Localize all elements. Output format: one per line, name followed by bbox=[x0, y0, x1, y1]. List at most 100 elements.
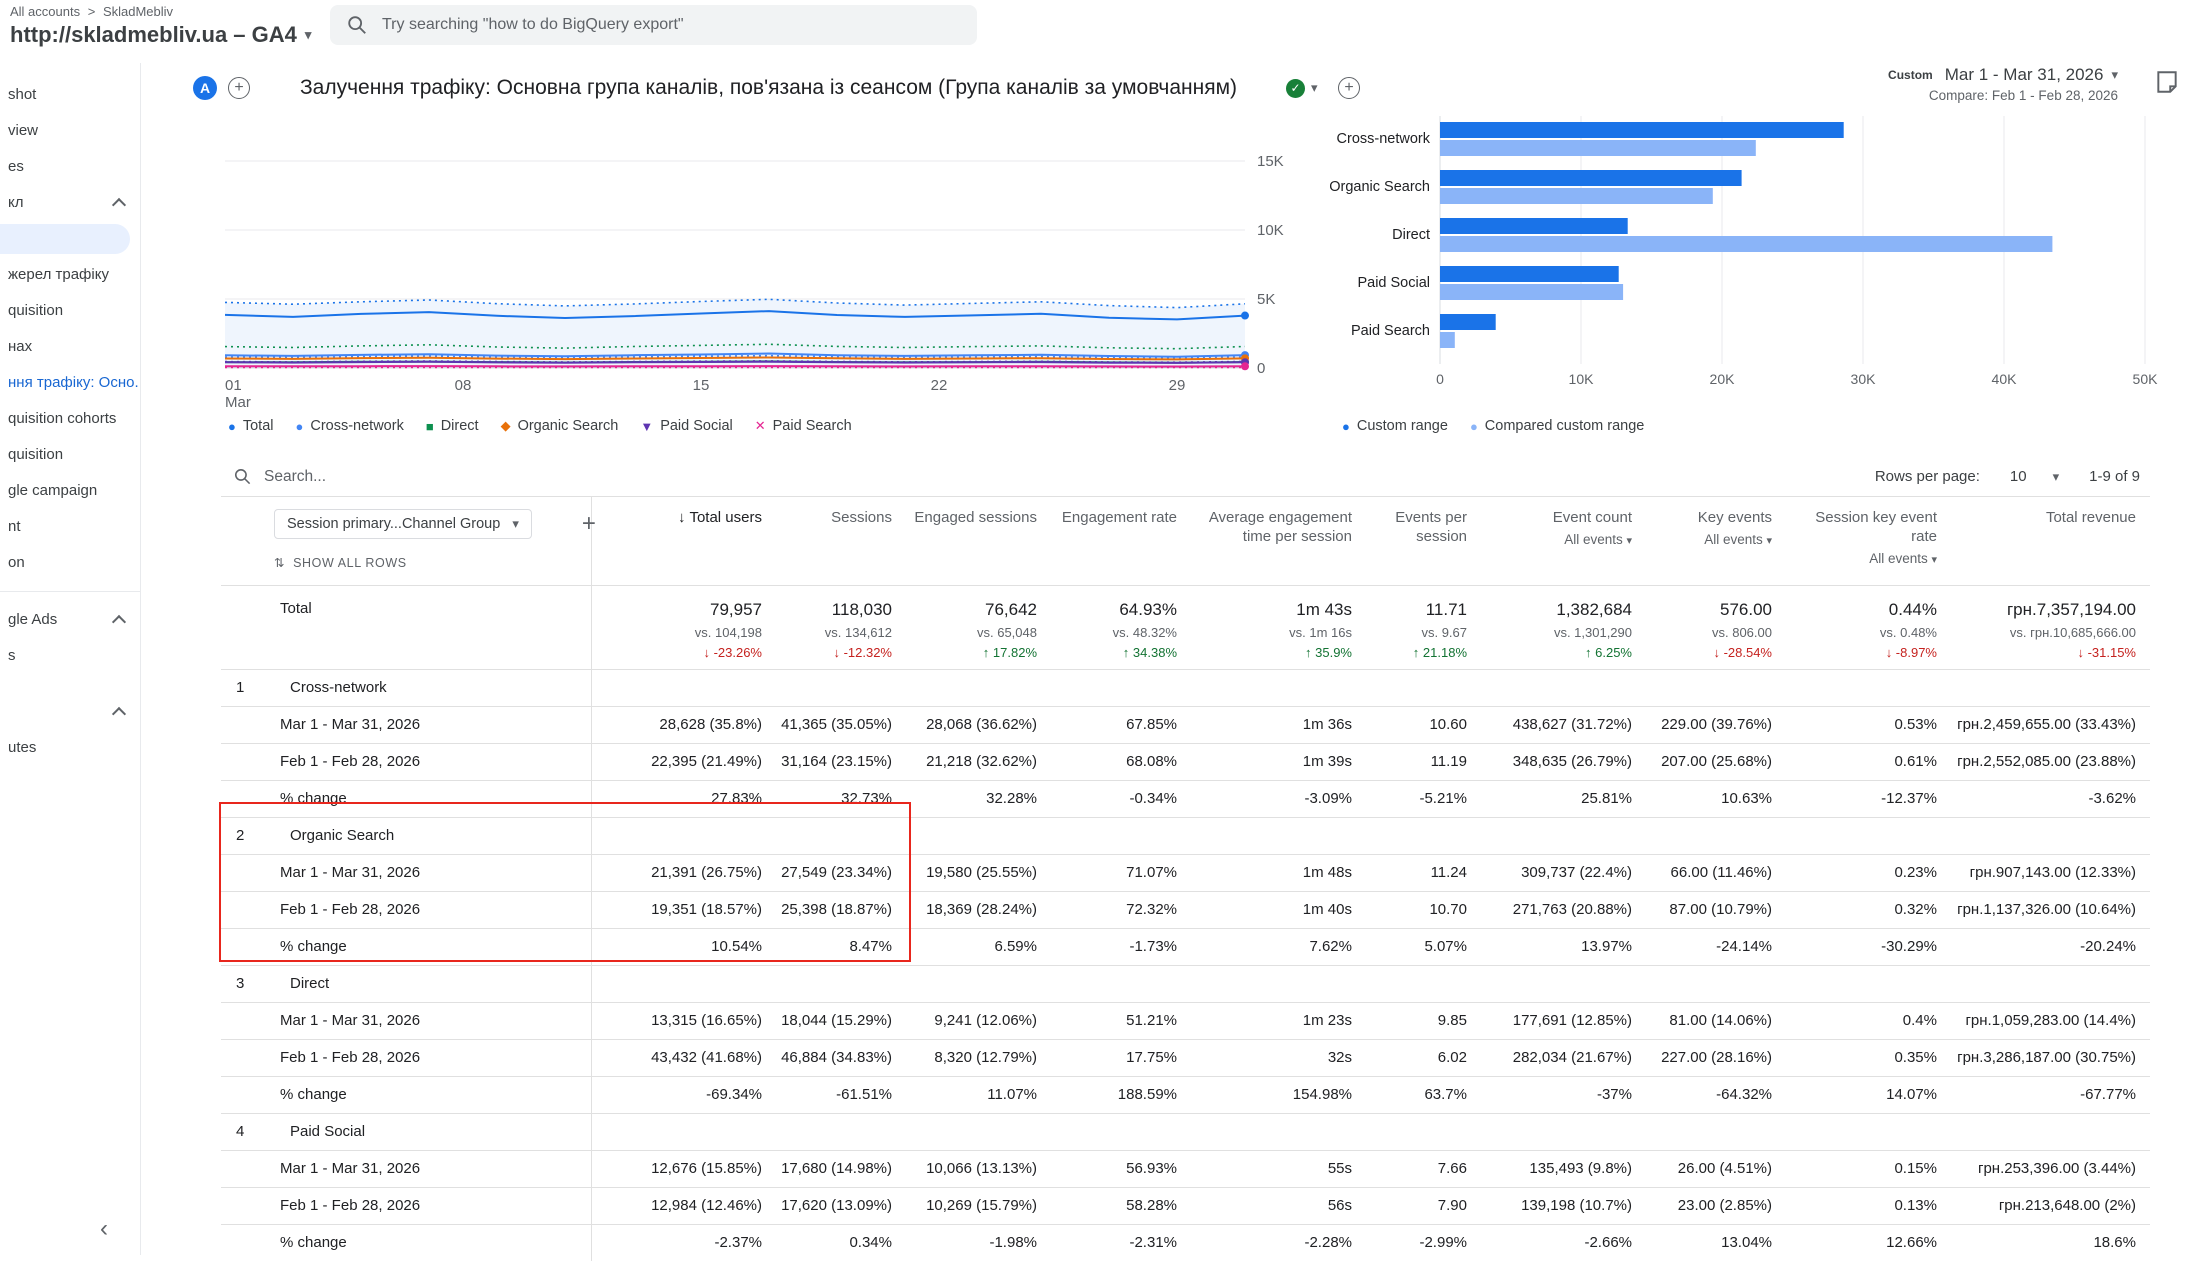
sidebar-item-selected[interactable] bbox=[0, 224, 130, 254]
sidebar-item[interactable]: view bbox=[0, 113, 140, 149]
sidebar-item[interactable]: utes bbox=[0, 730, 140, 766]
sidebar-item[interactable]: gle campaign bbox=[0, 473, 140, 509]
sidebar-item[interactable]: nt bbox=[0, 509, 140, 545]
svg-text:Organic Search: Organic Search bbox=[1330, 179, 1430, 195]
metric-cell: 21,391 (26.75%) bbox=[591, 853, 776, 891]
table-row: % change -69.34% -61.51% 11.07% 188.59% 154.9… bbox=[221, 1075, 2150, 1113]
table-search-bar[interactable]: Search... Rows per page: 10 ▾ 1-9 of 9 bbox=[221, 457, 2150, 497]
sidebar-item[interactable]: quisition bbox=[0, 437, 140, 473]
metric-cell: 56.93% bbox=[1051, 1149, 1191, 1187]
column-header[interactable]: Total revenue bbox=[1951, 497, 2150, 585]
table-row: Feb 1 - Feb 28, 2026 19,351 (18.57%) 25,39… bbox=[221, 890, 2150, 928]
metric-cell: -64.32% bbox=[1646, 1075, 1786, 1113]
sidebar-item[interactable]: es bbox=[0, 149, 140, 185]
sidebar-item[interactable]: нах bbox=[0, 329, 140, 365]
column-header[interactable]: ↓ Total users bbox=[591, 497, 776, 585]
metric-cell: 21,218 (32.62%) bbox=[906, 742, 1051, 780]
dimension-header-cell: Session primary...Channel Group ▾ + ⇅ SH… bbox=[221, 497, 596, 585]
row-label: Mar 1 - Mar 31, 2026 bbox=[221, 705, 592, 743]
series-marker-icon: ▼ bbox=[640, 418, 654, 434]
total-metric-cell: грн.7,357,194.00 vs. грн.10,685,666.00 ↓ -… bbox=[1951, 584, 2150, 669]
sidebar-item[interactable]: s bbox=[0, 638, 140, 674]
sidebar-item[interactable]: shot bbox=[0, 77, 140, 113]
svg-text:29: 29 bbox=[1169, 377, 1186, 394]
metric-cell: 55s bbox=[1191, 1149, 1366, 1187]
sidebar-item[interactable]: кл bbox=[0, 185, 140, 221]
metric-cell: 13.97% bbox=[1481, 927, 1646, 965]
metric-cell: 10,269 (15.79%) bbox=[906, 1186, 1051, 1224]
sidebar-item[interactable]: ння трафіку: Осно... bbox=[0, 365, 140, 401]
breadcrumb-account[interactable]: SkladMebliv bbox=[103, 4, 173, 19]
sort-desc-icon: ↓ bbox=[678, 509, 686, 526]
sidebar-item[interactable]: gle Ads bbox=[0, 602, 140, 638]
sidebar-collapse-button[interactable]: ‹ bbox=[100, 1215, 108, 1243]
metric-cell: 7.62% bbox=[1191, 927, 1366, 965]
column-filter-dropdown[interactable]: All events ▾ bbox=[1786, 551, 1937, 568]
group-label: 1 Cross-network bbox=[221, 668, 592, 706]
metric-cell: 11.24 bbox=[1366, 853, 1481, 891]
date-range-picker[interactable]: Custom Mar 1 - Mar 31, 2026 ▾ Compare: F… bbox=[1888, 65, 2118, 103]
add-comparison-button[interactable]: + bbox=[228, 77, 250, 99]
series-marker-icon: ● bbox=[1342, 418, 1350, 434]
avatar[interactable]: A bbox=[193, 76, 217, 100]
insights-icon[interactable] bbox=[2154, 69, 2180, 99]
metric-cell: 0.34% bbox=[776, 1223, 906, 1261]
breadcrumb-all-accounts[interactable]: All accounts bbox=[10, 4, 80, 19]
column-header[interactable]: Session key event rate All events ▾ bbox=[1786, 497, 1951, 585]
column-header[interactable]: Sessions bbox=[776, 497, 906, 585]
series-marker-icon: ● bbox=[1469, 418, 1478, 434]
metric-cell: 51.21% bbox=[1051, 1001, 1191, 1039]
svg-text:0: 0 bbox=[1436, 371, 1444, 387]
rows-per-page-select[interactable]: 10 ▾ bbox=[2010, 468, 2059, 485]
series-marker-icon: ■ bbox=[425, 418, 434, 434]
column-header[interactable]: Events per session bbox=[1366, 497, 1481, 585]
sidebar-item[interactable]: жерел трафіку bbox=[0, 257, 140, 293]
column-header[interactable]: Event count All events ▾ bbox=[1481, 497, 1646, 585]
global-search-input[interactable]: Try searching "how to do BigQuery export… bbox=[330, 5, 977, 45]
date-caret-icon: ▾ bbox=[2111, 67, 2118, 82]
metric-cell: 10.54% bbox=[591, 927, 776, 965]
breadcrumb[interactable]: All accounts > SkladMebliv bbox=[10, 4, 311, 19]
svg-text:20K: 20K bbox=[1710, 371, 1736, 387]
metric-cell: 12,676 (15.85%) bbox=[591, 1149, 776, 1187]
column-filter-dropdown[interactable]: All events ▾ bbox=[1646, 532, 1772, 549]
row-label: Feb 1 - Feb 28, 2026 bbox=[221, 742, 592, 780]
row-label: % change bbox=[221, 779, 592, 817]
column-header[interactable]: Average engagement time per session bbox=[1191, 497, 1366, 585]
svg-text:40K: 40K bbox=[1992, 371, 2018, 387]
metric-cell: -69.34% bbox=[591, 1075, 776, 1113]
metric-cell: 5.07% bbox=[1366, 927, 1481, 965]
column-filter-dropdown[interactable]: All events ▾ bbox=[1481, 532, 1632, 549]
metric-cell: 25,398 (18.87%) bbox=[776, 890, 906, 928]
sidebar-divider bbox=[0, 591, 140, 592]
sidebar-item[interactable]: quisition cohorts bbox=[0, 401, 140, 437]
report-status-badge[interactable]: ✓ ▾ bbox=[1286, 78, 1318, 98]
sidebar-item[interactable]: on bbox=[0, 545, 140, 581]
row-label: Mar 1 - Mar 31, 2026 bbox=[221, 1149, 592, 1187]
sidebar-item[interactable]: quisition bbox=[0, 293, 140, 329]
metric-cell: 1m 36s bbox=[1191, 705, 1366, 743]
column-header[interactable]: Engaged sessions bbox=[906, 497, 1051, 585]
property-selector[interactable]: http://skladmebliv.ua – GA4 ▾ bbox=[10, 22, 311, 48]
svg-text:Cross-network: Cross-network bbox=[1337, 131, 1431, 147]
dimension-selector[interactable]: Session primary...Channel Group ▾ bbox=[274, 509, 532, 539]
metric-cell: 66.00 (11.46%) bbox=[1646, 853, 1786, 891]
metric-cell: 17,620 (13.09%) bbox=[776, 1186, 906, 1224]
metric-cell: 28,068 (36.62%) bbox=[906, 705, 1051, 743]
metric-cell: -3.09% bbox=[1191, 779, 1366, 817]
property-caret-icon: ▾ bbox=[304, 27, 312, 42]
topbar: All accounts > SkladMebliv http://skladm… bbox=[0, 0, 2204, 63]
add-secondary-dimension-button[interactable]: + bbox=[582, 510, 596, 538]
add-button[interactable]: + bbox=[1338, 77, 1360, 99]
total-metric-cell: 576.00 vs. 806.00 ↓ -28.54% bbox=[1646, 584, 1786, 669]
metric-cell: 13,315 (16.65%) bbox=[591, 1001, 776, 1039]
metric-cell: 6.59% bbox=[906, 927, 1051, 965]
sidebar-item[interactable] bbox=[0, 694, 140, 730]
column-header[interactable]: Engagement rate bbox=[1051, 497, 1191, 585]
table-row: Feb 1 - Feb 28, 2026 43,432 (41.68%) 46,88… bbox=[221, 1038, 2150, 1076]
column-header[interactable]: Key events All events ▾ bbox=[1646, 497, 1786, 585]
show-all-rows-button[interactable]: ⇅ SHOW ALL ROWS bbox=[274, 555, 591, 571]
metric-cell: 12,984 (12.46%) bbox=[591, 1186, 776, 1224]
expand-rows-icon: ⇅ bbox=[274, 556, 286, 570]
metric-cell: 8.47% bbox=[776, 927, 906, 965]
